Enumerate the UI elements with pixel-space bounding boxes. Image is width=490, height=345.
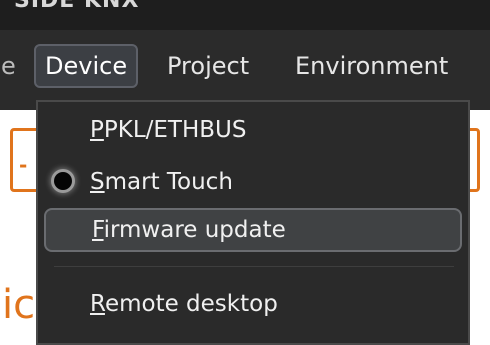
menu-item-label: mart Touch xyxy=(104,169,233,195)
frame-dash: - xyxy=(19,153,28,177)
radio-checked-icon xyxy=(54,172,72,190)
menu-item-label: PKL/ETHBUS xyxy=(103,117,247,143)
menu-bar: e Device Project Environment xyxy=(0,30,490,110)
device-dropdown-menu: PPKL/ETHBUS Smart Touch Firmware update … xyxy=(36,100,470,345)
menu-item-label: irmware update xyxy=(103,217,286,243)
background-text-fragment: ic xyxy=(2,282,36,328)
menu-item-smart-touch[interactable]: Smart Touch xyxy=(44,160,462,204)
mnemonic: R xyxy=(90,291,105,317)
window-titlebar: SIDE KNX xyxy=(0,0,490,30)
menu-item-firmware-update[interactable]: Firmware update xyxy=(44,208,462,252)
mnemonic: S xyxy=(90,169,105,195)
menu-environment[interactable]: Environment xyxy=(286,44,457,88)
menu-item-ppkl-ethbus[interactable]: PPKL/ETHBUS xyxy=(44,108,462,152)
menu-item-partial[interactable]: e xyxy=(0,44,25,88)
menu-project[interactable]: Project xyxy=(158,44,258,88)
menu-item-remote-desktop[interactable]: Remote desktop xyxy=(44,282,462,326)
window-title: SIDE KNX xyxy=(14,0,140,13)
mnemonic: P xyxy=(90,117,104,143)
menu-item-label: emote desktop xyxy=(104,291,278,317)
menu-separator xyxy=(54,266,454,267)
menu-device[interactable]: Device xyxy=(34,44,139,88)
mnemonic: F xyxy=(92,217,104,243)
